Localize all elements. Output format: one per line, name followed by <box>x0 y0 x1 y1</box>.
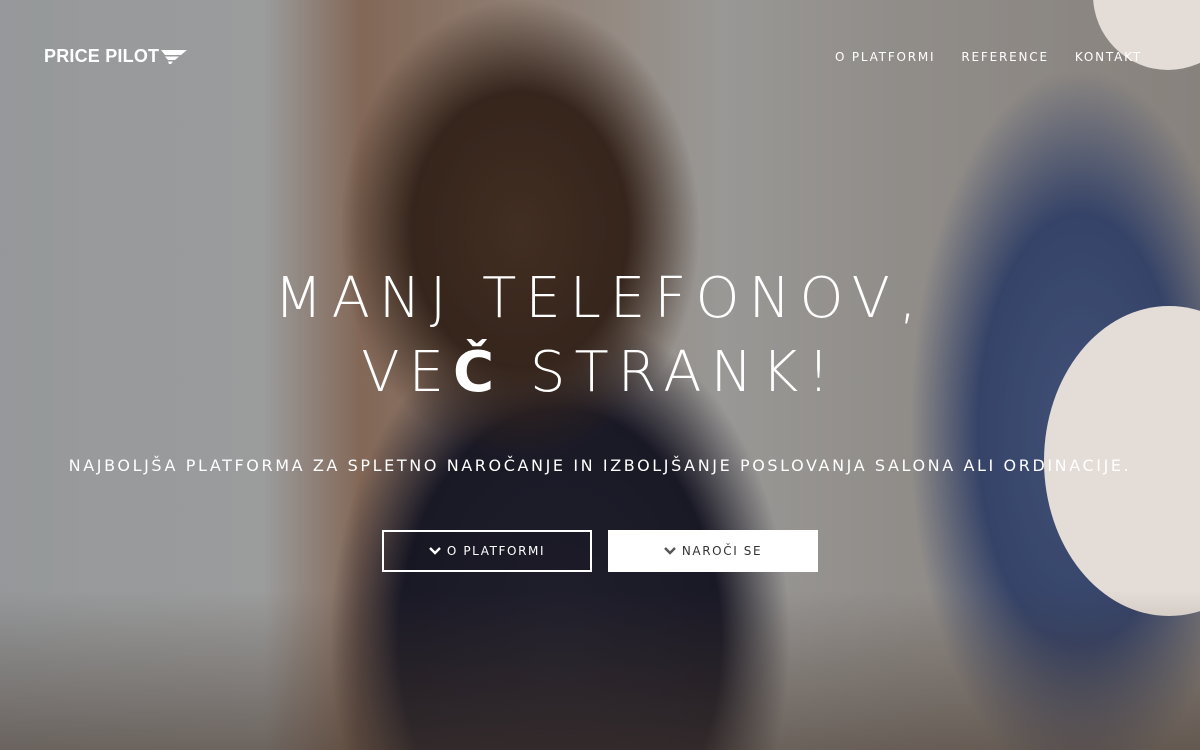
naroci-se-button[interactable]: NAROČI SE <box>608 530 818 572</box>
nav-item-o-platformi[interactable]: O PLATFORMI <box>835 50 935 64</box>
headline-line-2: VEČ STRANK! <box>0 336 1200 410</box>
main-nav: O PLATFORMI REFERENCE KONTAKT <box>835 50 1142 64</box>
nav-item-reference[interactable]: REFERENCE <box>961 50 1048 64</box>
headline-line-2-prefix: VE <box>361 340 453 405</box>
o-platformi-button[interactable]: O PLATFORMI <box>382 530 592 572</box>
headline-emphasis: Č <box>453 340 504 405</box>
headline-line-1: MANJ TELEFONOV, <box>274 266 926 331</box>
hero-section: PRICE PILOT O PLATFORMI REFERENCE KONTAK… <box>0 0 1200 750</box>
chevron-down-icon <box>663 546 676 556</box>
hero-subtitle: NAJBOLJŠA PLATFORMA ZA SPLETNO NAROČANJE… <box>68 456 1132 475</box>
chevron-down-icon <box>429 546 441 556</box>
brand-logo[interactable]: PRICE PILOT <box>44 46 188 67</box>
brand-name: PRICE PILOT <box>44 46 160 66</box>
hero-headline: MANJ TELEFONOV, VEČ STRANK! <box>0 262 1200 410</box>
o-platformi-button-label: O PLATFORMI <box>446 544 546 558</box>
wing-chevron-icon <box>161 49 188 65</box>
nav-item-kontakt[interactable]: KONTAKT <box>1075 50 1142 64</box>
headline-line-2-suffix: STRANK! <box>503 340 839 405</box>
naroci-se-button-label: NAROČI SE <box>681 544 763 558</box>
